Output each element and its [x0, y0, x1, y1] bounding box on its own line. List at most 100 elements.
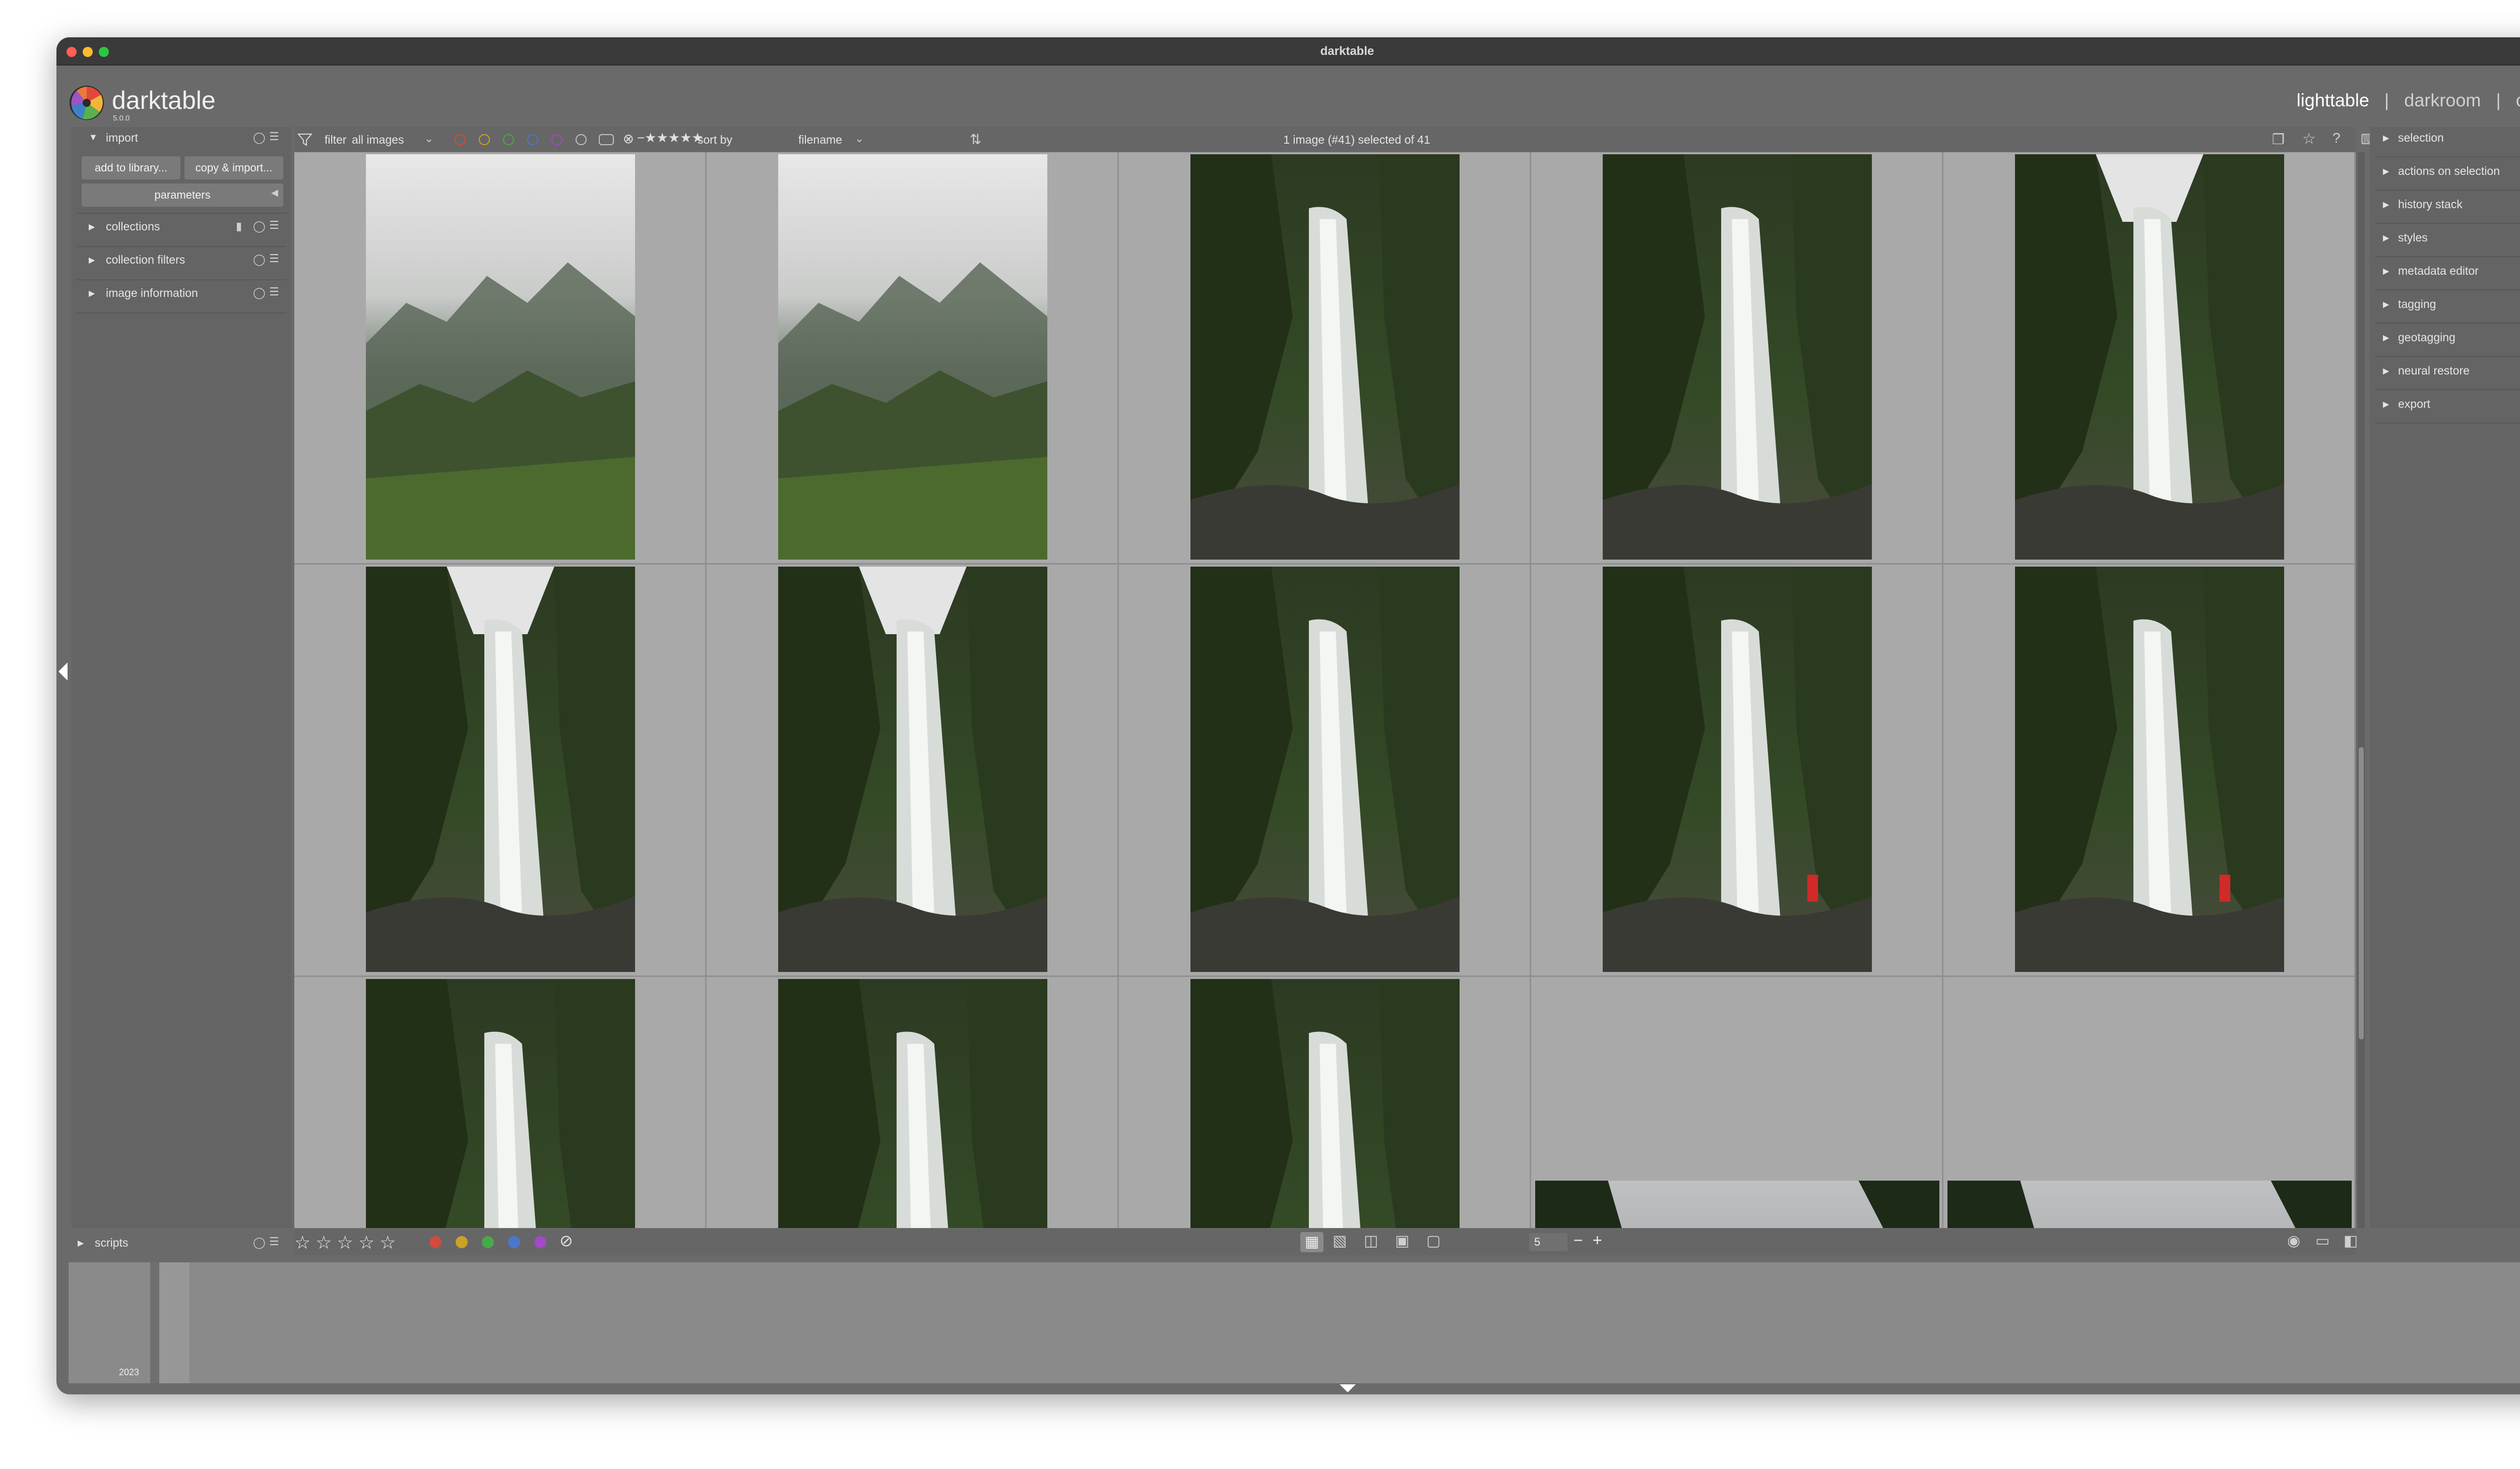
module-geotagging[interactable]: geotagging — [2398, 331, 2455, 344]
preview-layout-icon[interactable]: ▢ — [1426, 1232, 1440, 1250]
triangle-right-icon[interactable]: ▶ — [78, 1238, 84, 1248]
module-history-stack[interactable]: history stack — [2398, 198, 2463, 211]
view-lighttable[interactable]: lighttable — [2297, 90, 2369, 110]
add-to-library-button[interactable]: add to library... — [82, 156, 180, 179]
triangle-right-icon[interactable]: ▶ — [2383, 333, 2389, 343]
import-module-header[interactable]: import — [106, 131, 138, 145]
thumbnail-image[interactable] — [1190, 567, 1460, 972]
triangle-right-icon[interactable]: ▶ — [89, 222, 95, 232]
thumbnail-cell[interactable] — [1119, 152, 1531, 565]
thumbnail-cell[interactable] — [1531, 977, 1943, 1228]
reset-icon[interactable]: ◯ — [253, 286, 266, 299]
thumbnail-cell[interactable] — [1943, 152, 2356, 565]
presets-menu-icon[interactable]: ☰ — [269, 285, 279, 298]
presets-menu-icon[interactable]: ☰ — [269, 252, 279, 265]
sort-order-icon[interactable]: ⇅ — [970, 131, 981, 148]
star-rating-buttons[interactable]: ☆☆☆☆☆ — [294, 1232, 401, 1253]
zoom-out-button[interactable]: − — [1573, 1231, 1583, 1250]
star-icon[interactable]: ☆ — [2302, 130, 2316, 148]
thumbnail-image[interactable] — [1535, 1181, 1939, 1228]
grouping-icon[interactable]: ◧ — [2344, 1232, 2358, 1250]
module-styles[interactable]: styles — [2398, 231, 2428, 244]
module-selection[interactable]: selection — [2398, 131, 2444, 145]
thumbnail-grid[interactable] — [294, 152, 2356, 1228]
thumbnail-cell[interactable] — [294, 977, 707, 1228]
filter-dropdown[interactable]: all images — [352, 133, 404, 147]
color-label-purple-filter[interactable] — [551, 134, 562, 145]
module-image-information[interactable]: image information — [106, 286, 198, 300]
zoom-in-button[interactable]: + — [1593, 1231, 1602, 1250]
thumbnail-cell[interactable] — [1943, 977, 2356, 1228]
view-darkroom[interactable]: darkroom — [2404, 90, 2481, 110]
color-label-red-button[interactable] — [429, 1236, 442, 1248]
triangle-right-icon[interactable]: ▶ — [2383, 133, 2389, 143]
thumbnail-cell[interactable] — [294, 152, 707, 565]
collapse-bottom-arrow-icon[interactable] — [1340, 1384, 1356, 1392]
thumbnail-image[interactable] — [366, 567, 635, 972]
thumbnail-cell[interactable] — [707, 977, 1119, 1228]
color-label-purple-button[interactable] — [534, 1236, 546, 1248]
thumbnail-image[interactable] — [1603, 154, 1872, 560]
timeline[interactable]: 2023 — [69, 1262, 2520, 1383]
grid-scrollbar[interactable] — [2358, 152, 2365, 1228]
collapse-left-arrow-icon[interactable] — [58, 662, 68, 681]
reset-icon[interactable]: ◯ — [253, 131, 266, 144]
histogram-icon[interactable]: ▮ — [236, 220, 242, 233]
triangle-right-icon[interactable]: ▶ — [2383, 299, 2389, 310]
overlays-icon[interactable]: ❐ — [2272, 131, 2285, 148]
parameters-button[interactable]: parameters — [82, 183, 283, 207]
module-collection-filters[interactable]: collection filters — [106, 253, 185, 267]
thumbnail-image[interactable] — [1190, 154, 1460, 560]
color-label-yellow-filter[interactable] — [479, 134, 490, 145]
color-toggle-filter[interactable] — [599, 134, 614, 145]
triangle-right-icon[interactable]: ▶ — [2383, 266, 2389, 276]
thumbnail-cell[interactable] — [707, 565, 1119, 977]
copy-and-import-button[interactable]: copy & import... — [184, 156, 283, 179]
thumbnail-image[interactable] — [2015, 567, 2284, 972]
thumbnail-image[interactable] — [366, 154, 635, 560]
clear-color-labels-icon[interactable]: ⊘ — [559, 1231, 573, 1250]
thumbnail-cell[interactable] — [1119, 565, 1531, 977]
reset-icon[interactable]: ◯ — [253, 1236, 266, 1249]
module-collections[interactable]: collections — [106, 220, 160, 233]
reset-icon[interactable]: ◯ — [253, 253, 266, 266]
scrollbar-thumb[interactable] — [2359, 747, 2364, 1039]
color-label-green-filter[interactable] — [503, 134, 514, 145]
question-icon[interactable]: ? — [2333, 130, 2341, 146]
expand-import-icon[interactable]: ▼ — [89, 132, 98, 143]
color-label-green-button[interactable] — [482, 1236, 494, 1248]
thumbnail-image[interactable] — [778, 567, 1047, 972]
thumbnail-image[interactable] — [778, 979, 1047, 1228]
triangle-right-icon[interactable]: ▶ — [2383, 166, 2389, 176]
chevron-down-icon[interactable]: ⌄ — [855, 132, 864, 145]
color-label-blue-button[interactable] — [508, 1236, 520, 1248]
thumbnail-image[interactable] — [2015, 154, 2284, 560]
thumbnail-cell[interactable] — [707, 152, 1119, 565]
thumbnail-image[interactable] — [778, 154, 1047, 560]
sort-dropdown[interactable]: filename — [798, 133, 842, 147]
filemanager-layout-grid-icon[interactable]: ▦ — [1300, 1232, 1324, 1252]
chevron-down-icon[interactable]: ⌄ — [424, 132, 433, 145]
display-profile-icon[interactable]: ▭ — [2315, 1232, 2329, 1250]
rating-range-filter[interactable]: −★★★★★ — [637, 130, 704, 146]
thumbnail-cell[interactable] — [1119, 977, 1531, 1228]
zoomable-layout-icon[interactable]: ▧ — [1333, 1232, 1347, 1250]
culling-dynamic-layout-icon[interactable]: ▣ — [1395, 1232, 1409, 1250]
thumbnail-image[interactable] — [1947, 1181, 2352, 1228]
triangle-right-icon[interactable]: ▶ — [89, 255, 95, 265]
triangle-right-icon[interactable]: ▶ — [2383, 233, 2389, 243]
module-actions-on-selection[interactable]: actions on selection — [2398, 164, 2500, 178]
color-label-red-filter[interactable] — [455, 134, 466, 145]
triangle-left-icon[interactable]: ◀ — [271, 188, 278, 198]
module-tagging[interactable]: tagging — [2398, 297, 2436, 311]
module-scripts[interactable]: scripts — [95, 1236, 128, 1250]
triangle-right-icon[interactable]: ▶ — [89, 288, 95, 298]
presets-menu-icon[interactable]: ☰ — [269, 219, 279, 232]
focus-peaking-icon[interactable]: ◉ — [2287, 1232, 2300, 1250]
presets-menu-icon[interactable]: ☰ — [269, 1235, 279, 1248]
triangle-right-icon[interactable]: ▶ — [2383, 399, 2389, 409]
reset-icon[interactable]: ◯ — [253, 220, 266, 233]
thumbnail-image[interactable] — [1603, 567, 1872, 972]
reject-icon[interactable]: ⊗ — [623, 131, 634, 147]
thumbnail-cell[interactable] — [294, 565, 707, 977]
